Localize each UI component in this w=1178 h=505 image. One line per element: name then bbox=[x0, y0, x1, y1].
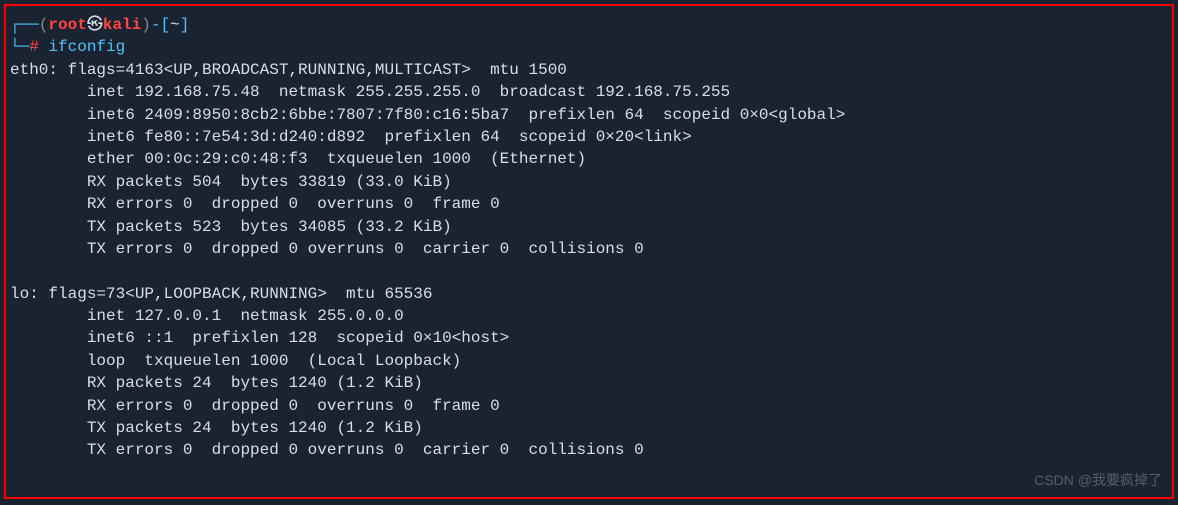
prompt-separator-icon: ㉿ bbox=[87, 16, 103, 34]
prompt-line-1: ┌──(root㉿kali)-[~] bbox=[10, 14, 1168, 36]
lo-header: lo: flags=73<UP,LOOPBACK,RUNNING> mtu 65… bbox=[10, 283, 1168, 305]
bracket-close: ] bbox=[180, 16, 190, 34]
lo-loop: loop txqueuelen 1000 (Local Loopback) bbox=[10, 350, 1168, 372]
prompt-path: ~ bbox=[170, 16, 180, 34]
eth0-header: eth0: flags=4163<UP,BROADCAST,RUNNING,MU… bbox=[10, 59, 1168, 81]
prompt-hash: # bbox=[29, 38, 39, 56]
eth0-inet: inet 192.168.75.48 netmask 255.255.255.0… bbox=[10, 81, 1168, 103]
terminal-window[interactable]: ┌──(root㉿kali)-[~] └─# ifconfig eth0: fl… bbox=[4, 4, 1174, 499]
lo-tx-packets: TX packets 24 bytes 1240 (1.2 KiB) bbox=[10, 417, 1168, 439]
prompt-host: kali bbox=[103, 16, 141, 34]
lo-rx-packets: RX packets 24 bytes 1240 (1.2 KiB) bbox=[10, 372, 1168, 394]
prompt-box-top: ┌── bbox=[10, 16, 39, 34]
eth0-tx-packets: TX packets 523 bytes 34085 (33.2 KiB) bbox=[10, 216, 1168, 238]
prompt-box-bottom: └─ bbox=[10, 38, 29, 56]
blank-line bbox=[10, 260, 1168, 282]
watermark-text: CSDN @我要疯掉了 bbox=[1034, 471, 1162, 491]
eth0-tx-errors: TX errors 0 dropped 0 overruns 0 carrier… bbox=[10, 238, 1168, 260]
eth0-ether: ether 00:0c:29:c0:48:f3 txqueuelen 1000 … bbox=[10, 148, 1168, 170]
lo-inet: inet 127.0.0.1 netmask 255.0.0.0 bbox=[10, 305, 1168, 327]
paren-open: ( bbox=[39, 16, 49, 34]
command-text: ifconfig bbox=[48, 38, 125, 56]
paren-close: ) bbox=[141, 16, 151, 34]
lo-inet6: inet6 ::1 prefixlen 128 scopeid 0×10<hos… bbox=[10, 327, 1168, 349]
eth0-rx-errors: RX errors 0 dropped 0 overruns 0 frame 0 bbox=[10, 193, 1168, 215]
prompt-line-2: └─# ifconfig bbox=[10, 36, 1168, 58]
eth0-inet6-global: inet6 2409:8950:8cb2:6bbe:7807:7f80:c16:… bbox=[10, 104, 1168, 126]
bracket-open: [ bbox=[160, 16, 170, 34]
eth0-inet6-link: inet6 fe80::7e54:3d:d240:d892 prefixlen … bbox=[10, 126, 1168, 148]
eth0-rx-packets: RX packets 504 bytes 33819 (33.0 KiB) bbox=[10, 171, 1168, 193]
prompt-user: root bbox=[48, 16, 86, 34]
lo-tx-errors: TX errors 0 dropped 0 overruns 0 carrier… bbox=[10, 439, 1168, 461]
lo-rx-errors: RX errors 0 dropped 0 overruns 0 frame 0 bbox=[10, 395, 1168, 417]
